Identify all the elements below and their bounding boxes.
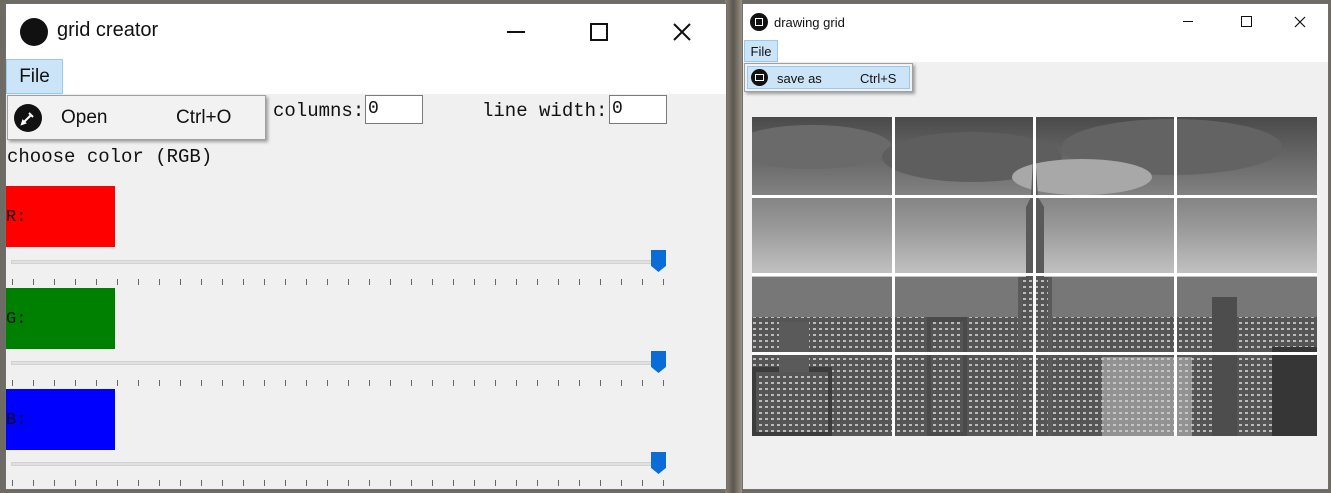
save-as-menu-item[interactable]: save as Ctrl+S: [747, 66, 910, 89]
file-dropdown-menu: Open Ctrl+O: [7, 95, 266, 140]
save-icon: [751, 69, 768, 86]
window-title: drawing grid: [774, 15, 845, 30]
maximize-icon: [1240, 16, 1252, 27]
window-title: grid creator: [57, 19, 159, 41]
grid-line-horizontal-3: [752, 352, 1317, 355]
save-as-label: save as: [777, 71, 822, 86]
maximize-button[interactable]: [577, 4, 621, 59]
grid-line-horizontal-1: [752, 195, 1317, 198]
open-menu-item[interactable]: Open Ctrl+O: [8, 96, 265, 139]
red-slider-thumb[interactable]: [651, 250, 666, 272]
green-slider-thumb[interactable]: [651, 351, 666, 373]
blue-slider-track[interactable]: [11, 462, 666, 466]
red-slider-track[interactable]: [11, 260, 666, 264]
green-slider-ticks: [12, 380, 664, 386]
blue-slider-ticks: [12, 480, 664, 486]
file-menu[interactable]: File: [6, 59, 63, 94]
green-slider-track[interactable]: [11, 361, 666, 365]
red-label: R:: [6, 208, 27, 227]
columns-input[interactable]: 0: [365, 95, 423, 124]
green-label: G:: [6, 310, 27, 329]
minimize-icon: [1183, 21, 1193, 22]
title-bar[interactable]: drawing grid: [743, 4, 1328, 39]
line-width-label: line width:: [482, 100, 608, 122]
menu-bar: File: [743, 39, 1328, 62]
close-icon: [1294, 16, 1306, 27]
choose-color-label: choose color (RGB): [7, 146, 213, 168]
grid-line-vertical-1: [892, 117, 895, 436]
close-button[interactable]: [660, 4, 704, 59]
columns-label: columns:: [273, 100, 365, 122]
desktop-background: [725, 0, 742, 493]
open-label: Open: [61, 107, 108, 128]
blue-swatch: B:: [6, 389, 115, 450]
red-slider-ticks: [12, 279, 664, 285]
blue-slider-thumb[interactable]: [651, 452, 666, 474]
minimize-button[interactable]: [1173, 4, 1203, 39]
maximize-icon: [590, 22, 608, 41]
minimize-button[interactable]: [494, 4, 538, 59]
green-swatch: G:: [6, 288, 115, 349]
blue-label: B:: [6, 411, 27, 430]
line-width-input[interactable]: 0: [609, 95, 667, 124]
grid-line-horizontal-2: [752, 273, 1317, 276]
grid-line-vertical-2: [1033, 117, 1036, 436]
pencil-icon: [14, 104, 42, 132]
gridded-image: [752, 117, 1317, 436]
app-icon: [20, 18, 48, 46]
red-swatch: R:: [6, 186, 115, 247]
file-dropdown-menu: save as Ctrl+S: [744, 63, 913, 92]
minimize-icon: [507, 30, 525, 33]
title-bar[interactable]: grid creator: [6, 4, 726, 59]
close-button[interactable]: [1285, 4, 1315, 39]
open-shortcut: Ctrl+O: [176, 107, 232, 128]
file-menu[interactable]: File: [744, 40, 778, 62]
save-as-shortcut: Ctrl+S: [860, 71, 897, 86]
grid-line-vertical-3: [1174, 117, 1177, 436]
close-icon: [673, 22, 691, 41]
app-icon: [750, 13, 768, 31]
grid-creator-window: grid creator File columns: 0 line width:…: [5, 3, 727, 490]
menu-bar: File: [6, 59, 726, 94]
maximize-button[interactable]: [1231, 4, 1261, 39]
